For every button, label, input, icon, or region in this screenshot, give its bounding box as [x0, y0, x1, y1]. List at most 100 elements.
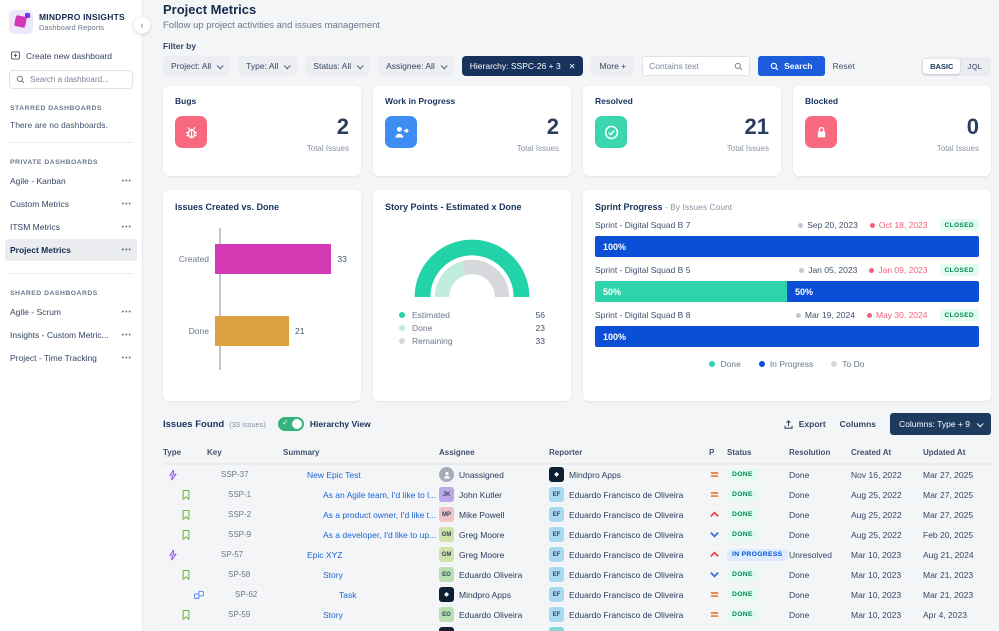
sidebar-dashboard-item[interactable]: Agile - Kanban ••• — [5, 170, 137, 192]
column-header-status[interactable]: Status — [727, 448, 789, 457]
sprint-progress-segment: 50% — [787, 281, 979, 302]
sprint-progress-bar[interactable]: 100% — [595, 236, 979, 257]
hierarchy-filter-chip[interactable]: Hierarchy: SSPC-26 + 3 ✕ — [461, 56, 584, 76]
sprint-start-date: Jan 05, 2023 — [799, 265, 857, 275]
column-header-key[interactable]: Key — [207, 448, 283, 457]
sidebar-dashboard-item[interactable]: Project - Time Tracking ••• — [5, 347, 137, 369]
issue-created-at: Aug 25, 2022 — [851, 509, 902, 520]
issue-summary-link[interactable]: As an Agile team, I'd like to l... — [323, 490, 436, 500]
issue-table-row[interactable]: SP-62 Task ◆ Mindpro Apps EF Eduardo Fra… — [163, 585, 991, 605]
issue-summary-link[interactable]: As a product owner, I'd like t... — [323, 510, 436, 520]
columns-selector-button[interactable]: Columns: Type + 9 — [890, 413, 991, 435]
issue-summary-link[interactable]: Epic XYZ — [307, 550, 342, 560]
more-menu-icon[interactable]: ••• — [122, 201, 132, 208]
sidebar-dashboard-item[interactable]: ITSM Metrics ••• — [5, 216, 137, 238]
issue-status: DONE — [727, 528, 789, 541]
contains-text-field[interactable] — [642, 56, 751, 76]
sprint-status-badge: CLOSED — [939, 309, 979, 321]
more-menu-icon[interactable]: ••• — [122, 355, 132, 362]
issue-table-row[interactable] — [163, 625, 991, 631]
more-menu-icon[interactable]: ••• — [122, 332, 132, 339]
column-header-type[interactable]: Type — [163, 448, 207, 457]
filter-dropdown[interactable]: Type: All — [238, 56, 298, 76]
issue-table-row[interactable]: SSP-9 As a developer, I'd like to up... … — [163, 525, 991, 545]
issue-table-row[interactable]: SSP-2 As a product owner, I'd like t... … — [163, 505, 991, 525]
legend-label: Estimated — [412, 310, 450, 320]
filter-dropdown[interactable]: Project: All — [163, 56, 231, 76]
summary-card: Resolved 21 Total Issues — [583, 86, 781, 176]
issue-summary-link[interactable]: Story — [323, 570, 343, 580]
assignee-name: Greg Moore — [459, 549, 505, 560]
mode-basic-button[interactable]: BASIC — [923, 58, 961, 74]
start-dot-icon — [795, 312, 801, 318]
issue-reporter: EF Eduardo Francisco de Oliveira — [549, 547, 709, 562]
column-header-assignee[interactable]: Assignee — [439, 448, 549, 457]
sidebar-dashboard-item[interactable]: Insights - Custom Metric... ••• — [5, 324, 137, 346]
divider — [9, 273, 133, 274]
sprint-row: Sprint - Digital Squad B 8 Mar 19, 2024 … — [595, 309, 979, 347]
sidebar-dashboard-item[interactable]: Project Metrics ••• — [5, 239, 137, 261]
search-icon — [16, 75, 25, 84]
more-filters-button[interactable]: More + — [591, 56, 635, 76]
column-header-created-at[interactable]: Created At — [851, 448, 923, 457]
user-arrow-icon — [385, 116, 417, 148]
dashboard-search[interactable] — [9, 70, 133, 89]
mode-jql-button[interactable]: JQL — [960, 59, 989, 74]
more-menu-icon[interactable]: ••• — [122, 309, 132, 316]
more-menu-icon[interactable]: ••• — [122, 224, 132, 231]
search-button[interactable]: Search — [758, 56, 825, 76]
issue-summary-link[interactable]: Story — [323, 610, 343, 620]
reset-button[interactable]: Reset — [833, 61, 855, 71]
bar[interactable] — [215, 316, 290, 346]
avatar: ◆ — [439, 587, 454, 602]
export-icon — [784, 419, 793, 429]
column-header-resolution[interactable]: Resolution — [789, 448, 851, 457]
issue-summary-link[interactable]: New Epic Test — [307, 470, 361, 480]
issue-summary-link[interactable]: As a developer, I'd like to up... — [323, 530, 436, 540]
dashboard-item-label: Project Metrics — [10, 245, 71, 255]
more-filters-label: More + — [599, 61, 627, 71]
issue-status: DONE — [727, 468, 789, 481]
sidebar-dashboard-item[interactable]: Custom Metrics ••• — [5, 193, 137, 215]
sprint-progress-segment: 50% — [595, 281, 787, 302]
issue-assignee: Unassigned — [439, 467, 549, 482]
new-dashboard-icon — [11, 51, 20, 60]
status-badge: DONE — [727, 588, 758, 601]
search-icon — [770, 62, 779, 70]
filter-dropdown[interactable]: Status: All — [305, 56, 371, 76]
issue-table-row[interactable]: SP-57 Epic XYZ GM Greg Moore EF Eduardo … — [163, 545, 991, 565]
sidebar-dashboard-item[interactable]: Agile - Scrum ••• — [5, 301, 137, 323]
issue-table-row[interactable]: SSP-1 As an Agile team, I'd like to l...… — [163, 485, 991, 505]
create-dashboard-button[interactable]: Create new dashboard — [10, 50, 133, 61]
contains-text-input[interactable] — [649, 61, 730, 71]
sprint-progress-bar[interactable]: 50% 50% — [595, 281, 979, 302]
issue-created-at: Aug 25, 2022 — [851, 489, 902, 500]
sidebar: MINDPRO INSIGHTS Dashboard Reports Creat… — [0, 0, 143, 631]
columns-button[interactable]: Columns — [840, 419, 876, 429]
filter-dropdown[interactable]: Assignee: All — [378, 56, 454, 76]
dashboard-search-input[interactable] — [30, 75, 126, 84]
column-header-updated-at[interactable]: Updated At — [923, 448, 995, 457]
export-button[interactable]: Export — [783, 419, 826, 430]
issue-table-row[interactable]: SP-58 Story EO Eduardo Oliveira EF Eduar… — [163, 565, 991, 585]
issue-table-row[interactable]: SSP-37 New Epic Test Unassigned ◆ Mindpr… — [163, 465, 991, 485]
bar[interactable] — [215, 244, 332, 274]
issue-resolution: Done — [789, 509, 810, 520]
sidebar-collapse-button[interactable]: ‹ — [133, 16, 151, 34]
reporter-name: Eduardo Francisco de Oliveira — [569, 509, 684, 520]
issue-resolution: Done — [789, 569, 810, 580]
issue-table-row[interactable]: SP-59 Story EO Eduardo Oliveira EF Eduar… — [163, 605, 991, 625]
issue-created-at: Aug 25, 2022 — [851, 529, 902, 540]
issue-key: SSP-2 — [228, 510, 252, 519]
more-menu-icon[interactable]: ••• — [122, 247, 132, 254]
issue-assignee: JK John Kutler — [439, 487, 549, 502]
column-header-reporter[interactable]: Reporter — [549, 448, 709, 457]
more-menu-icon[interactable]: ••• — [122, 178, 132, 185]
column-header-summary[interactable]: Summary — [283, 448, 439, 457]
sprint-progress-bar[interactable]: 100% — [595, 326, 979, 347]
column-header-p[interactable]: P — [709, 448, 727, 457]
bar-row: Created 33 — [175, 244, 349, 274]
hierarchy-view-toggle[interactable]: ✓ — [277, 417, 304, 431]
issue-summary-link[interactable]: Task — [339, 590, 356, 600]
close-icon[interactable]: ✕ — [569, 62, 576, 71]
